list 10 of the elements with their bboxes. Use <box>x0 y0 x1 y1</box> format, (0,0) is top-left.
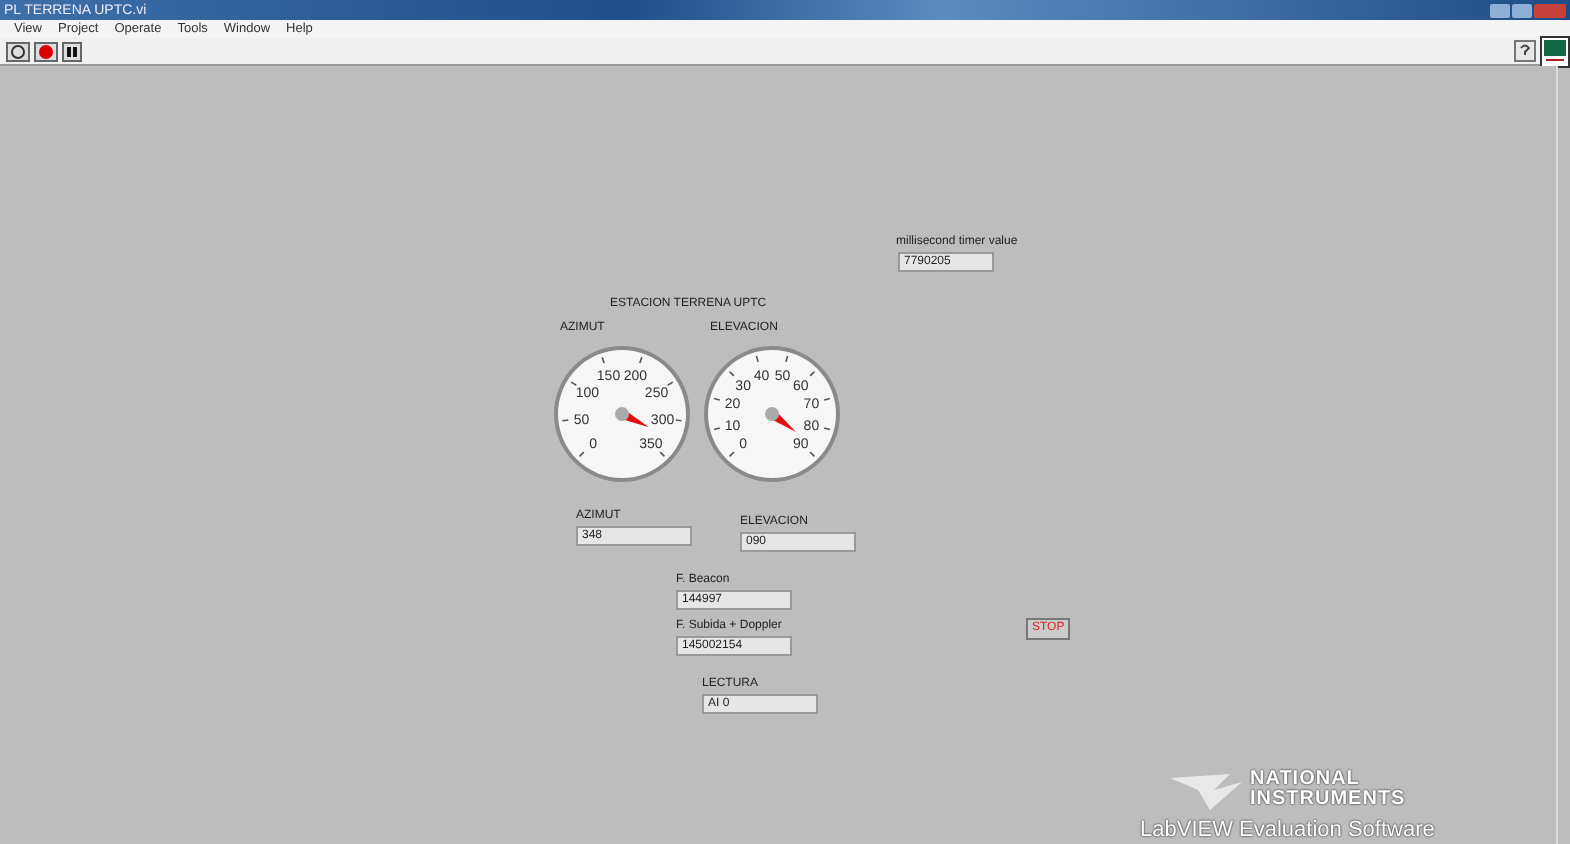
eagle-logo-icon <box>1170 770 1246 810</box>
pause-icon[interactable] <box>62 41 82 61</box>
run-continuously-icon[interactable] <box>6 41 30 61</box>
maximize-button[interactable] <box>1512 3 1532 17</box>
help-icon[interactable] <box>1514 40 1536 62</box>
abort-icon[interactable] <box>34 41 58 61</box>
minimize-button[interactable] <box>1490 3 1510 17</box>
brand-name: INSTRUMENTS <box>1250 790 1406 810</box>
brand-name: NATIONAL <box>1250 770 1362 790</box>
evaluation-caption: LabVIEW Evaluation Software <box>1140 818 1435 842</box>
